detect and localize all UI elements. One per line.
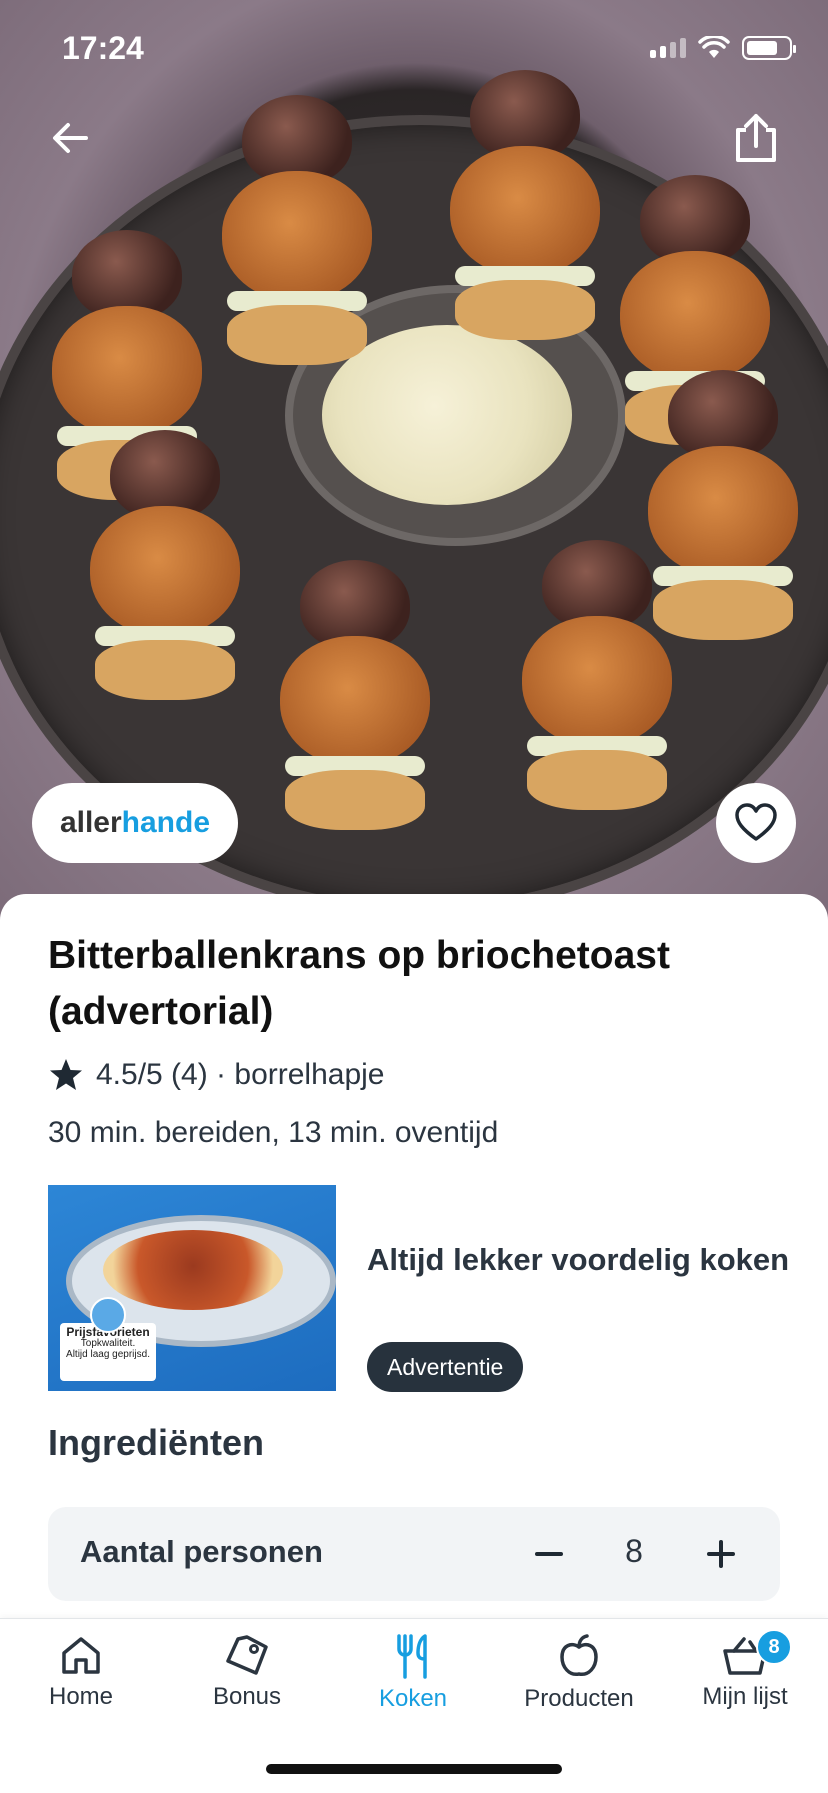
recipe-rating: 4.5/5 (4) · borrelhapje [48,1058,385,1092]
pasta-illustration [103,1230,283,1310]
rating-text: 4.5/5 (4) · borrelhapje [96,1058,385,1091]
tab-mijn-lijst-label: Mijn lijst [702,1683,788,1710]
tag-icon [226,1635,268,1675]
ad-image-label-line2: Altijd laag geprijsd. [66,1349,150,1360]
recipe-title: Bitterballenkrans op briochetoast (adver… [48,934,670,1033]
cutlery-icon [397,1634,427,1679]
tab-bonus[interactable]: Bonus [172,1633,322,1711]
recipe-timing: 30 min. bereiden, 13 min. oventijd [48,1116,499,1149]
status-bar: 17:24 [0,0,828,100]
tab-producten-label: Producten [524,1685,634,1712]
signal-icon [650,38,686,58]
ad-image-label-line1: Topkwaliteit. [80,1338,136,1349]
back-arrow-icon[interactable] [46,112,98,164]
list-count-badge: 8 [756,1629,792,1665]
minus-icon[interactable] [526,1531,572,1577]
wifi-icon [698,36,730,58]
snack-illustration [280,560,430,830]
ad-image[interactable]: Prijsfavorieten Topkwaliteit. Altijd laa… [48,1185,336,1391]
ingredients-heading: Ingrediënten [48,1422,265,1463]
servings-stepper: Aantal personen 8 [48,1507,780,1601]
snack-illustration [90,430,240,700]
home-indicator [266,1764,562,1774]
thumbs-up-icon [90,1297,126,1333]
plus-icon[interactable] [698,1531,744,1577]
snack-illustration [222,95,372,365]
servings-label: Aantal personen [80,1534,323,1569]
ad-title[interactable]: Altijd lekker voordelig koken [367,1242,789,1278]
share-icon[interactable] [728,110,784,166]
servings-count: 8 [625,1533,643,1569]
brand-prefix: aller [59,806,122,839]
tab-mijn-lijst[interactable]: 8 Mijn lijst [670,1629,820,1711]
recipe-hero-image [0,0,828,920]
tab-producten[interactable]: Producten [504,1633,654,1713]
favorite-button[interactable] [716,783,796,863]
status-time: 17:24 [62,30,144,66]
tab-bonus-label: Bonus [212,1683,282,1710]
snack-illustration [522,540,672,810]
snack-illustration [450,70,600,340]
brand-suffix: hande [121,806,211,839]
ad-badge: Advertentie [367,1342,524,1392]
heart-icon [735,803,777,841]
tab-home[interactable]: Home [6,1633,156,1711]
star-icon [50,1059,82,1090]
allerhande-logo: aller hande [32,783,238,863]
tab-koken-label: Koken [378,1685,448,1712]
apple-icon [560,1634,598,1676]
home-icon [62,1637,100,1674]
tab-home-label: Home [48,1683,114,1710]
battery-icon [742,36,796,60]
tab-koken[interactable]: Koken [338,1633,488,1713]
